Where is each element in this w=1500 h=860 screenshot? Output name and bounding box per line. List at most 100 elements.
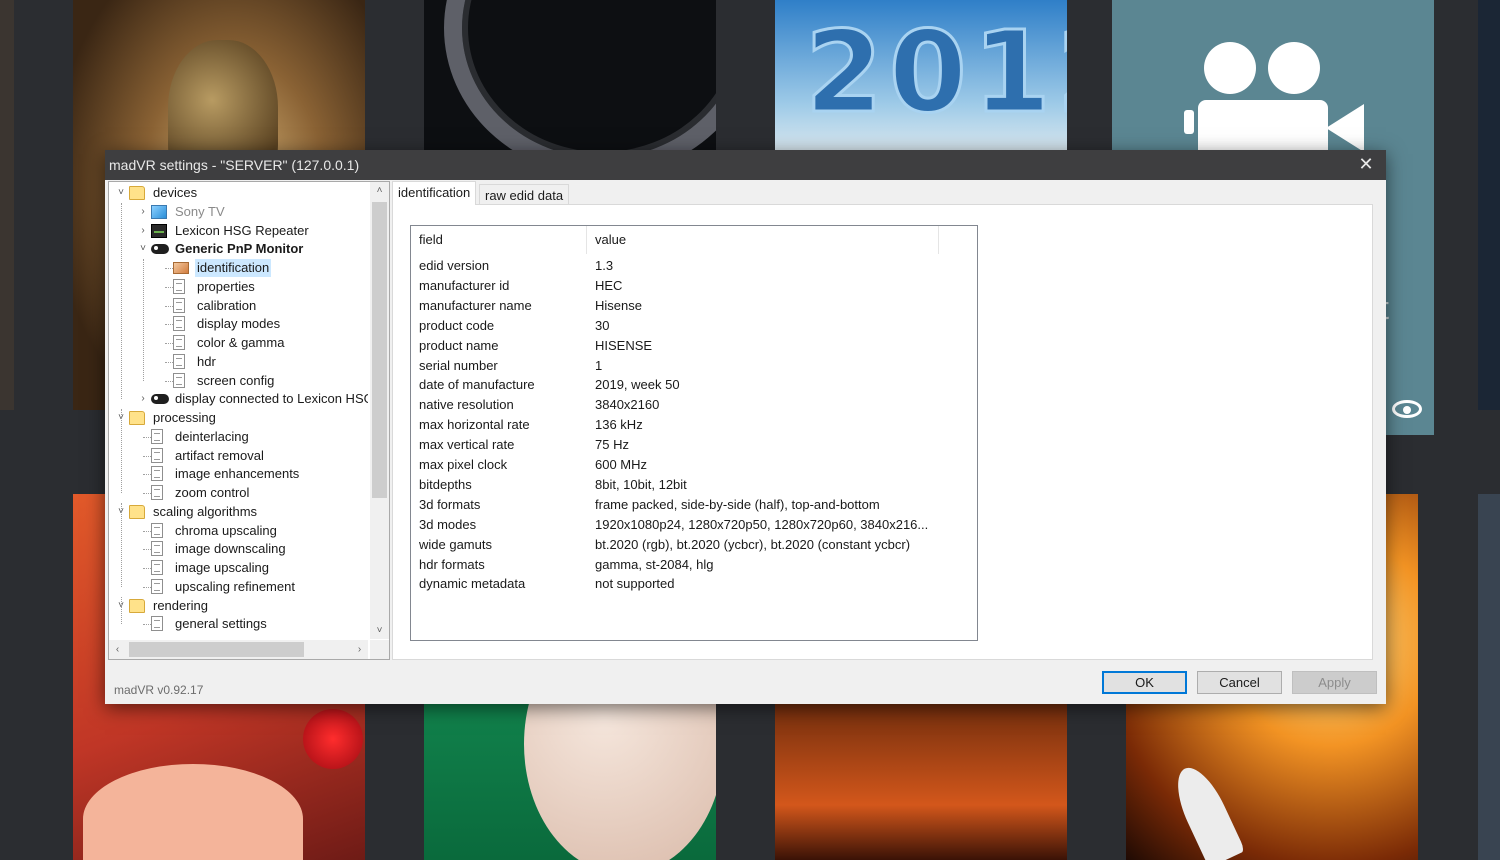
list-header: field value <box>411 226 977 254</box>
table-row[interactable]: product code 30 <box>411 316 977 336</box>
value-cell: 8bit, 10bit, 12bit <box>595 476 687 492</box>
tree-horizontal-scrollbar[interactable]: ‹ › <box>109 640 368 659</box>
scroll-down-icon[interactable]: ˅ <box>370 622 389 639</box>
tree-item-label: calibration <box>197 297 257 313</box>
field-cell: max horizontal rate <box>419 417 530 433</box>
table-row[interactable]: max horizontal rate 136 kHz <box>411 415 977 435</box>
eye-icon[interactable] <box>1392 400 1422 418</box>
tree-item[interactable]: › Lexicon HSG Repeater <box>109 222 368 240</box>
tree-item-label: display modes <box>197 316 281 332</box>
scroll-thumb[interactable] <box>372 202 387 498</box>
page-icon <box>151 541 163 557</box>
table-row[interactable]: max pixel clock 600 MHz <box>411 455 977 475</box>
tree-connector <box>143 624 151 626</box>
scroll-up-icon[interactable]: ˄ <box>370 182 389 199</box>
table-row[interactable]: max vertical rate 75 Hz <box>411 435 977 455</box>
tree-item[interactable]: image downscaling <box>109 540 368 558</box>
ok-button[interactable]: OK <box>1102 671 1187 694</box>
tree-item[interactable]: artifact removal <box>109 447 368 465</box>
tree-item[interactable]: ˅ scaling algorithms <box>109 503 368 521</box>
tree-item[interactable]: › display connected to Lexicon HSG <box>109 390 368 408</box>
tree-vertical-scrollbar[interactable]: ˄ ˅ <box>370 182 389 639</box>
page-icon <box>173 278 185 294</box>
tree-item[interactable]: image upscaling <box>109 559 368 577</box>
tree-item-label: chroma upscaling <box>175 522 277 538</box>
tree-item[interactable]: display modes <box>109 315 368 333</box>
column-header-value[interactable]: value <box>587 226 939 254</box>
tree-item[interactable]: deinterlacing <box>109 428 368 446</box>
poster-space-station[interactable] <box>424 0 716 150</box>
tree-item[interactable]: screen config <box>109 372 368 390</box>
column-header-field[interactable]: field <box>411 226 587 254</box>
tree-item[interactable]: upscaling refinement <box>109 578 368 596</box>
camera-lens-icon <box>1326 104 1364 152</box>
tree-item[interactable]: chroma upscaling <box>109 522 368 540</box>
table-row[interactable]: manufacturer name Hisense <box>411 296 977 316</box>
tree-connector <box>143 474 151 476</box>
table-row[interactable]: hdr formats gamma, st-2084, hlg <box>411 555 977 575</box>
page-icon <box>173 335 185 350</box>
tab-raw-edid-data[interactable]: raw edid data <box>479 184 570 206</box>
poster-title: 2012 <box>804 7 1067 140</box>
field-cell: product name <box>419 337 499 353</box>
value-cell: bt.2020 (rgb), bt.2020 (ycbcr), bt.2020 … <box>595 536 911 552</box>
table-row[interactable]: wide gamuts bt.2020 (rgb), bt.2020 (ycbcr… <box>411 535 977 555</box>
table-row[interactable]: dynamic metadata not supported <box>411 574 977 594</box>
scroll-right-icon[interactable]: › <box>351 640 368 659</box>
chevron-right-icon[interactable]: › <box>137 390 149 408</box>
tree-item[interactable]: zoom control <box>109 484 368 502</box>
field-cell: product code <box>419 317 495 333</box>
field-cell: wide gamuts <box>419 536 492 552</box>
poster-2012[interactable]: 2012 <box>775 0 1067 150</box>
close-icon[interactable]: ✕ <box>1346 150 1386 180</box>
tree-item[interactable]: identification <box>109 259 368 277</box>
edid-list[interactable]: field value edid version 1.3 manufacturer … <box>410 225 978 641</box>
camera-icon <box>1204 42 1256 94</box>
tree-connector <box>143 549 151 551</box>
table-row[interactable]: bitdepths 8bit, 10bit, 12bit <box>411 475 977 495</box>
table-row[interactable]: product name HISENSE <box>411 336 977 356</box>
tree-item[interactable]: image enhancements <box>109 465 368 483</box>
table-row[interactable]: edid version 1.3 <box>411 256 977 276</box>
table-row[interactable]: 3d modes 1920x1080p24, 1280x720p50, 1280x… <box>411 515 977 535</box>
tree-item[interactable]: general settings <box>109 615 368 633</box>
table-row[interactable]: native resolution 3840x2160 <box>411 395 977 415</box>
chevron-right-icon[interactable]: › <box>137 222 149 240</box>
tree-item[interactable]: ˅ rendering <box>109 597 368 615</box>
tree-item[interactable]: properties <box>109 278 368 296</box>
scroll-left-icon[interactable]: ‹ <box>109 640 126 659</box>
table-row[interactable]: 3d formats frame packed, side-by-side (ha… <box>411 495 977 515</box>
apply-button[interactable]: Apply <box>1292 671 1377 694</box>
tab-identification[interactable]: identification <box>392 181 477 205</box>
field-cell: manufacturer name <box>419 297 532 313</box>
scroll-thumb[interactable] <box>129 642 304 657</box>
identification-icon <box>173 262 189 274</box>
tree-item-label: hdr <box>197 353 216 369</box>
table-row[interactable]: serial number 1 <box>411 356 977 376</box>
tree-item[interactable]: hdr <box>109 353 368 371</box>
tree-item[interactable]: color & gamma <box>109 334 368 352</box>
cancel-button[interactable]: Cancel <box>1197 671 1282 694</box>
tree-item[interactable]: › Sony TV <box>109 203 368 221</box>
poster-art <box>1166 760 1246 860</box>
table-row[interactable]: date of manufacture 2019, week 50 <box>411 375 977 395</box>
chevron-down-icon[interactable]: ˅ <box>137 240 149 258</box>
tree-item[interactable]: ˅ devices <box>109 184 368 202</box>
camera-handle-icon <box>1184 110 1194 134</box>
chevron-down-icon[interactable]: ˅ <box>115 184 127 202</box>
chevron-right-icon[interactable]: › <box>137 203 149 221</box>
page-icon <box>151 428 163 444</box>
tree-item[interactable]: calibration <box>109 297 368 315</box>
value-cell: Hisense <box>595 297 642 313</box>
page-icon <box>151 578 163 594</box>
title-bar[interactable]: madVR settings - "SERVER" (127.0.0.1) ✕ <box>105 150 1386 180</box>
table-row[interactable]: manufacturer id HEC <box>411 276 977 296</box>
value-cell: 2019, week 50 <box>595 377 680 393</box>
tree-connector <box>165 380 173 382</box>
value-cell: 1.3 <box>595 258 614 273</box>
tree-item[interactable]: ˅ Generic PnP Monitor <box>109 240 368 258</box>
tree-connector <box>165 286 173 288</box>
tree-item[interactable]: ˅ processing <box>109 409 368 427</box>
tree-item-label: identification <box>195 259 272 277</box>
page-icon <box>173 353 185 369</box>
